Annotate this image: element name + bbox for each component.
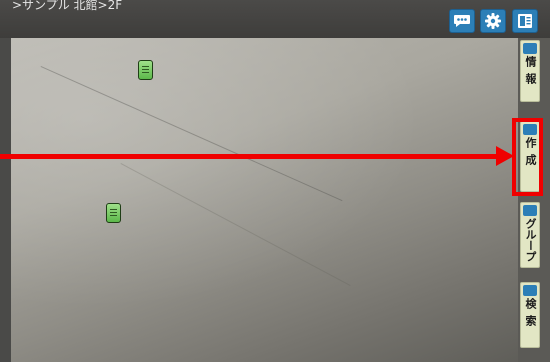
document-marker[interactable]	[106, 203, 121, 223]
group-comment-icon	[523, 205, 537, 216]
gear-icon	[485, 13, 501, 29]
tab-group-label: グループ	[524, 218, 537, 262]
breadcrumb: >サンプル 北館>2F	[12, 0, 123, 12]
search-icon	[523, 285, 537, 296]
app-screen: >サンプル 北館>2F 情報 作成 グループ 検索	[0, 0, 550, 362]
panel-button[interactable]	[512, 9, 538, 33]
tab-search-label: 検索	[524, 298, 537, 332]
ceiling-seam	[120, 163, 351, 286]
document-icon	[523, 43, 537, 54]
annotation-arrow-line	[0, 154, 500, 159]
tab-search[interactable]: 検索	[520, 282, 540, 348]
ceiling-crack	[40, 66, 343, 202]
camera-view[interactable]	[11, 38, 518, 362]
annotation-highlight-box	[512, 118, 543, 196]
comment-button[interactable]	[449, 9, 475, 33]
comment-icon	[454, 15, 470, 27]
tab-info-label: 情報	[524, 56, 537, 90]
top-bar: >サンプル 北館>2F	[0, 0, 550, 38]
left-edge-strip	[0, 38, 11, 362]
tab-info[interactable]: 情報	[520, 40, 540, 102]
panel-icon	[518, 14, 532, 28]
settings-button[interactable]	[480, 9, 506, 33]
document-marker[interactable]	[138, 60, 153, 80]
tab-group[interactable]: グループ	[520, 202, 540, 268]
